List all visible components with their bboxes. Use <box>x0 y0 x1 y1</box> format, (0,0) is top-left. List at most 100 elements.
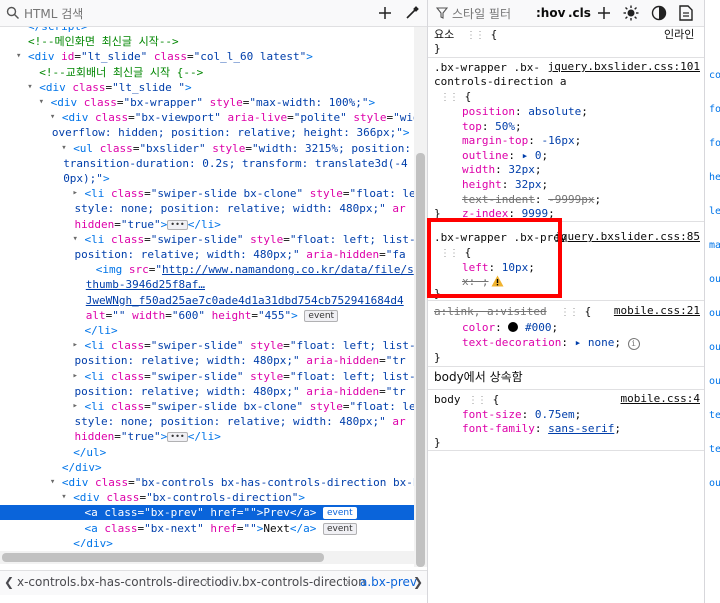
eyedropper-button[interactable] <box>402 3 422 23</box>
scrollbar-thumb[interactable] <box>2 553 324 562</box>
dom-node-line[interactable]: ▸ <li class="swiper-slide bx-clone" style… <box>0 186 415 201</box>
grid-icon: ⋮⋮ { <box>560 305 592 318</box>
dom-node-line[interactable]: position: relative; width: 480px;" aria-… <box>0 353 414 368</box>
breadcrumb-scroll-left-icon[interactable]: ❮ <box>4 571 14 594</box>
rule-selector[interactable]: controls-direction a <box>434 74 566 89</box>
computed-property-fragment: fo <box>709 104 720 115</box>
breadcrumb-scroll-right-icon[interactable]: ❯ <box>413 571 423 594</box>
dom-node-line[interactable]: hidden="true"> ••• </li> <box>0 429 414 444</box>
dom-tree-vertical-scrollbar[interactable] <box>414 27 427 567</box>
dom-node-line[interactable]: alt="" width="600" height="455"> event <box>0 308 414 323</box>
declaration-height[interactable]: height: 32px; <box>462 177 548 192</box>
expand-down-icon[interactable]: ▾ <box>50 475 60 490</box>
dom-node-line[interactable]: position: relative; width: 480px;" aria-… <box>0 384 414 399</box>
add-node-button[interactable] <box>375 3 395 23</box>
expand-down-icon[interactable]: ▾ <box>73 232 83 247</box>
dom-node-selected[interactable]: <a class="bx-prev" href="">Prev</a> even… <box>0 505 414 521</box>
rule-source-link[interactable]: jquery.bxslider.css:101 <box>548 60 700 73</box>
css-rule-link-visited: a:link, a:visited ⋮⋮ { mobile.css:21 col… <box>428 302 704 367</box>
rule-selector[interactable]: .bx-wrapper .bx- <box>434 60 540 75</box>
dom-node-line[interactable]: </div> <box>0 536 414 547</box>
dom-tree-horizontal-scrollbar[interactable] <box>0 551 414 564</box>
expand-right-icon[interactable]: ▸ <box>73 338 83 353</box>
info-icon[interactable]: i <box>627 338 640 350</box>
light-theme-icon[interactable] <box>623 5 639 21</box>
plus-icon[interactable] <box>597 6 611 20</box>
computed-property-fragment: ou <box>709 308 720 319</box>
declaration-top[interactable]: top: 50%; <box>462 119 522 134</box>
dom-node-line[interactable]: transition-duration: 0.2s; transform: tr… <box>0 156 414 171</box>
dom-node-line[interactable]: <!--교회배너 최신글 시작 {--> <box>0 65 414 80</box>
scrollbar-thumb[interactable] <box>416 153 425 567</box>
dom-node-line[interactable]: style: none; position: relative; width: … <box>0 201 414 216</box>
expand-right-icon[interactable]: ▸ <box>73 186 83 201</box>
declaration-font-family[interactable]: font-family: sans-serif; <box>462 421 621 436</box>
dom-node-markup: <li class="swiper-slide" style="float: l… <box>84 339 415 353</box>
rule-close-brace: } <box>434 351 441 364</box>
dom-node-markup: <div class="bx-controls-direction"> <box>73 491 306 505</box>
dom-node-line[interactable]: ▾ <div class="lt_slide "> <box>0 80 414 95</box>
declaration-text-indent[interactable]: text-indent: -9999px; <box>462 192 601 207</box>
expand-down-icon[interactable]: ▾ <box>50 110 60 125</box>
declaration-font-size[interactable]: font-size: 0.75em; <box>462 407 581 422</box>
expand-down-icon[interactable]: ▾ <box>61 141 71 156</box>
hover-state-toggle[interactable]: :hov <box>536 6 565 20</box>
dom-node-line[interactable]: ▾ <div class="bx-wrapper" style="max-widt… <box>0 95 414 110</box>
dom-node-line[interactable]: ▸ <li class="swiper-slide" style="float: … <box>0 338 415 353</box>
dom-node-line[interactable]: JweWNgh_f50ad25ae7c0ade4d1a31dbd754cb752… <box>0 293 414 308</box>
grid-icon: ⋮⋮ <box>466 30 485 41</box>
print-media-icon[interactable] <box>679 5 693 21</box>
dom-node-line[interactable]: style: none; position: relative; width: … <box>0 414 414 429</box>
html-search-input[interactable] <box>22 4 356 24</box>
dom-node-line[interactable]: </div> <box>0 460 414 475</box>
expand-down-icon[interactable]: ▾ <box>61 490 71 505</box>
rule-close-brace: } <box>434 436 441 449</box>
expand-down-icon[interactable]: ▾ <box>16 49 26 64</box>
expand-right-icon[interactable]: ▸ <box>73 399 83 414</box>
dom-node-line[interactable]: </script> <box>0 27 414 34</box>
dom-node-line[interactable]: ▾ <div class="bx-controls bx-has-controls… <box>0 475 414 490</box>
dom-node-line[interactable]: </li> <box>0 323 414 338</box>
dom-node-line[interactable]: ▾ <div class="bx-viewport" aria-live="pol… <box>0 110 414 125</box>
dom-tree[interactable]: </script><!--메인화면 최신글 시작-->▾<div id="lt_… <box>0 27 414 547</box>
color-swatch-icon[interactable] <box>508 322 519 332</box>
class-toggle[interactable]: .cls <box>568 6 591 20</box>
dom-node-line[interactable]: hidden="true"> ••• </li> <box>0 217 414 232</box>
declaration-width[interactable]: width: 32px; <box>462 162 542 177</box>
rule-open-brace: ⋮⋮ { <box>440 90 472 103</box>
declaration-outline[interactable]: outline: ▸ 0; <box>462 148 548 163</box>
breadcrumb-item-active[interactable]: a.bx-prev <box>360 571 417 594</box>
declaration-text-decoration[interactable]: text-decoration: ▸ none; i <box>462 335 640 350</box>
rule-source-link[interactable]: mobile.css:21 <box>614 304 700 317</box>
declaration-color[interactable]: color: #000; <box>462 320 558 335</box>
styles-filter-input[interactable] <box>450 4 532 24</box>
breadcrumb-item[interactable]: x-controls.bx-has-controls-directio <box>17 571 222 594</box>
declaration-margin-top[interactable]: margin-top: -16px; <box>462 133 581 148</box>
rule-selector[interactable]: body <box>434 392 461 407</box>
dom-node-line[interactable]: ▸ <li class="swiper-slide bx-clone" style… <box>0 399 415 414</box>
dom-node-line[interactable]: 0px);"> <box>0 171 414 186</box>
expand-down-icon[interactable]: ▾ <box>27 80 37 95</box>
dom-node-line[interactable]: thumb-3946d25f8af… <box>0 277 414 292</box>
dark-theme-icon[interactable] <box>651 5 667 21</box>
dom-node-line[interactable]: ▾ <div id="lt_slide" class="col_l_60 late… <box>0 49 414 64</box>
expand-down-icon[interactable]: ▾ <box>39 95 49 110</box>
dom-node-line[interactable]: ▾ <li class="swiper-slide" style="float: … <box>0 232 415 247</box>
dom-node-line[interactable]: overflow: hidden; position: relative; he… <box>0 125 414 140</box>
dom-node-line[interactable]: ▸ <li class="swiper-slide" style="float: … <box>0 369 415 384</box>
declaration-position[interactable]: position: absolute; <box>462 104 588 119</box>
dom-node-line[interactable]: ▾ <ul class="bxslider" style="width: 3215… <box>0 141 414 156</box>
inherited-header: body에서 상속함 <box>428 367 704 390</box>
dom-node-line[interactable]: </ul> <box>0 445 414 460</box>
rule-selector[interactable]: a:link, a:visited <box>434 304 547 319</box>
dom-node-line[interactable]: ▾ <div class="bx-controls-direction"> <box>0 490 414 505</box>
dom-node-line[interactable]: position: relative; width: 480px;" aria-… <box>0 247 414 262</box>
expand-right-icon[interactable]: ▸ <box>73 369 83 384</box>
dom-node-line[interactable]: <img src="http://www.namandong.co.kr/dat… <box>0 262 414 277</box>
rule-open-brace: ⋮⋮ { <box>466 28 498 41</box>
rule-source-link[interactable]: jquery.bxslider.css:85 <box>554 230 700 243</box>
dom-node-markup: </li> <box>84 324 118 337</box>
dom-node-line[interactable]: <!--메인화면 최신글 시작--> <box>0 34 414 49</box>
rule-source-link[interactable]: mobile.css:4 <box>621 392 700 405</box>
dom-node-line[interactable]: <a class="bx-next" href="">Next</a> even… <box>0 521 414 536</box>
